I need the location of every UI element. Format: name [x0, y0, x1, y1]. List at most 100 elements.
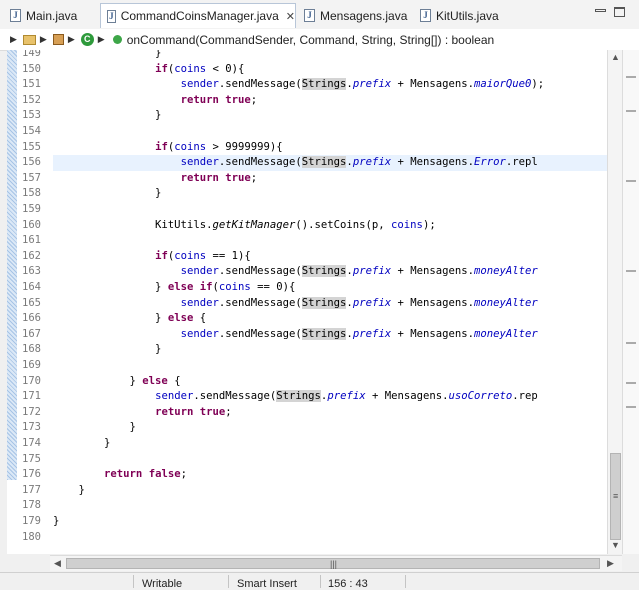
overview-mark[interactable] — [626, 406, 636, 408]
tab-kitutils-java[interactable]: J KitUtils.java — [414, 3, 514, 28]
tab-main-java[interactable]: J Main.java — [4, 3, 96, 28]
minimize-icon[interactable] — [595, 9, 606, 12]
code-line[interactable]: if(coins == 1){ — [53, 249, 251, 265]
line-number: 168 — [22, 343, 41, 356]
vertical-scroll-thumb[interactable]: ≡ — [610, 453, 621, 540]
overview-mark[interactable] — [626, 382, 636, 384]
grip-icon: ||| — [330, 559, 338, 569]
line-number: 163 — [22, 265, 41, 278]
scroll-left-icon[interactable]: ◀ — [54, 558, 61, 569]
code-line[interactable]: sender.sendMessage(Strings.prefix + Mens… — [53, 389, 538, 405]
scroll-down-icon[interactable]: ▼ — [611, 540, 620, 550]
status-cursor-position: 156 : 43 — [328, 578, 368, 590]
line-number: 179 — [22, 515, 41, 527]
code-line[interactable]: if(coins > 9999999){ — [53, 140, 283, 156]
overview-mark[interactable] — [626, 76, 636, 78]
horizontal-scrollbar[interactable]: ◀ ||| ▶ — [50, 555, 622, 571]
line-number: 152 — [22, 93, 41, 106]
tab-label: KitUtils.java — [436, 8, 499, 23]
line-number: 170 — [22, 374, 41, 387]
code-line[interactable]: return true; — [53, 171, 258, 187]
code-line[interactable]: } — [53, 420, 136, 436]
code-line[interactable]: } else { — [53, 311, 206, 327]
line-number: 155 — [22, 140, 41, 153]
code-line[interactable]: } — [53, 50, 161, 62]
tab-label: Main.java — [26, 8, 78, 23]
line-number: 177 — [22, 483, 41, 496]
java-file-icon: J — [420, 9, 431, 22]
code-line[interactable]: } — [53, 483, 85, 499]
status-separator — [320, 575, 321, 588]
line-number: 164 — [22, 281, 41, 293]
code-line[interactable]: } — [53, 108, 161, 124]
class-icon[interactable]: C — [80, 33, 94, 46]
code-line[interactable]: if(coins < 0){ — [53, 62, 244, 78]
line-number: 174 — [22, 437, 41, 449]
line-number: 167 — [22, 327, 41, 340]
breadcrumb-arrow-icon[interactable]: ▶ — [68, 34, 75, 45]
line-number: 166 — [22, 312, 41, 325]
line-number: 165 — [22, 296, 41, 309]
code-line[interactable]: sender.sendMessage(Strings.prefix + Mens… — [53, 155, 607, 171]
line-number: 173 — [22, 421, 41, 434]
code-line[interactable]: } — [53, 436, 110, 452]
status-insert-mode: Smart Insert — [237, 578, 297, 590]
line-number: 175 — [22, 452, 41, 465]
status-bar: Writable Smart Insert 156 : 43 — [0, 572, 639, 590]
status-separator — [228, 575, 229, 588]
breadcrumb-method[interactable]: onCommand(CommandSender, Command, String… — [127, 33, 495, 47]
code-line[interactable]: sender.sendMessage(Strings.prefix + Mens… — [53, 296, 538, 312]
overview-ruler[interactable] — [622, 50, 639, 554]
code-line[interactable]: } else { — [53, 374, 181, 390]
code-line[interactable]: sender.sendMessage(Strings.prefix + Mens… — [53, 77, 544, 93]
horizontal-scroll-thumb[interactable]: ||| — [66, 558, 600, 569]
code-line[interactable]: sender.sendMessage(Strings.prefix + Mens… — [53, 264, 538, 280]
line-number: 160 — [22, 218, 41, 231]
code-line[interactable]: return false; — [53, 467, 187, 483]
tab-command-coins-manager-java[interactable]: J CommandCoinsManager.java ✕ — [100, 3, 296, 28]
code-line[interactable]: sender.sendMessage(Strings.prefix + Mens… — [53, 327, 538, 343]
line-number: 153 — [22, 109, 41, 122]
line-number: 176 — [22, 468, 41, 481]
java-file-icon: J — [107, 9, 116, 23]
folder-icon[interactable] — [22, 34, 36, 45]
line-number: 162 — [22, 249, 41, 262]
line-number: 159 — [22, 203, 41, 215]
vertical-scrollbar[interactable]: ▲ ≡ ▼ — [607, 50, 622, 554]
breadcrumb-arrow-icon[interactable]: ▶ — [98, 34, 105, 45]
tab-label: CommandCoinsManager.java — [120, 9, 279, 23]
package-icon[interactable] — [52, 34, 64, 45]
line-number: 151 — [22, 78, 41, 91]
scroll-right-icon[interactable]: ▶ — [607, 558, 614, 569]
overview-mark[interactable] — [626, 270, 636, 272]
maximize-icon[interactable] — [614, 7, 625, 17]
line-number: 172 — [22, 405, 41, 418]
change-ruler — [7, 50, 17, 480]
code-line[interactable]: return true; — [53, 93, 258, 109]
code-line[interactable]: KitUtils.getKitManager().setCoins(p, coi… — [53, 218, 436, 234]
line-number: 157 — [22, 171, 41, 184]
status-separator — [133, 575, 134, 588]
breadcrumb: ▶ ▶ ▶ C ▶ onCommand(CommandSender, Comma… — [0, 29, 639, 51]
code-editor[interactable]: 149 150 151 152 153 154 155 156 157 158 159 160 161 1… — [7, 50, 607, 554]
code-line[interactable]: return true; — [53, 405, 232, 421]
code-line[interactable]: } — [53, 186, 161, 202]
code-line[interactable]: } else if(coins == 0){ — [53, 280, 295, 296]
line-number: 178 — [22, 499, 41, 512]
close-icon[interactable]: ✕ — [286, 10, 295, 23]
overview-mark[interactable] — [626, 110, 636, 112]
line-number: 149 — [22, 50, 41, 59]
code-line[interactable]: } — [53, 514, 59, 530]
grip-icon: ≡ — [613, 491, 619, 501]
overview-mark[interactable] — [626, 180, 636, 182]
line-number: 169 — [22, 359, 41, 371]
overview-mark[interactable] — [626, 342, 636, 344]
breadcrumb-arrow-icon[interactable]: ▶ — [10, 34, 17, 45]
status-writable: Writable — [142, 578, 183, 590]
tab-mensagens-java[interactable]: J Mensagens.java — [298, 3, 408, 28]
status-separator — [405, 575, 406, 588]
scroll-up-icon[interactable]: ▲ — [611, 52, 620, 62]
breadcrumb-arrow-icon[interactable]: ▶ — [40, 34, 47, 45]
code-line[interactable]: } — [53, 342, 161, 358]
tab-label: Mensagens.java — [320, 8, 408, 23]
